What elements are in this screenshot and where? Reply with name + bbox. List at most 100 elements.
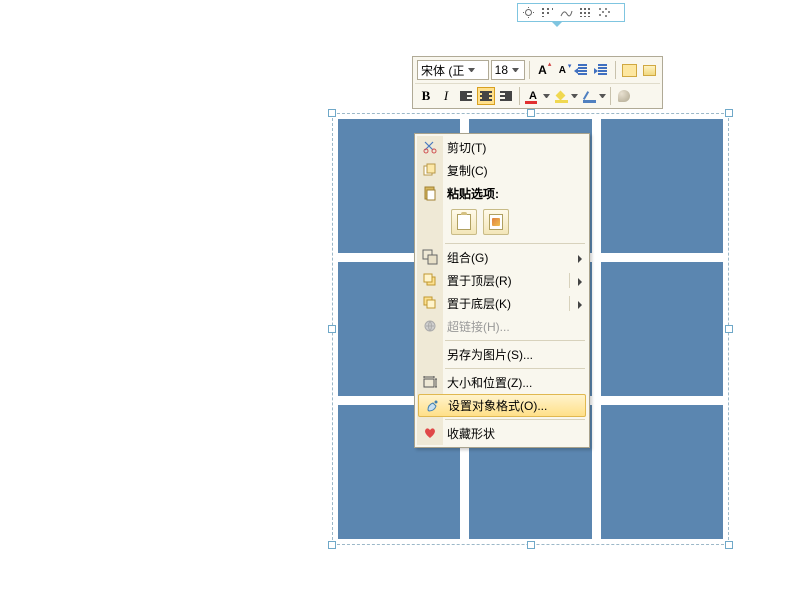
brush-icon <box>618 90 630 102</box>
font-color-button[interactable] <box>524 87 550 105</box>
decrease-indent-button[interactable] <box>573 61 591 79</box>
fill-color-button[interactable] <box>552 87 578 105</box>
resize-handle[interactable] <box>328 541 336 549</box>
align-center-icon <box>480 91 492 101</box>
chevron-down-icon <box>468 68 475 72</box>
menu-label: 剪切(T) <box>447 139 486 156</box>
menu-send-back[interactable]: 置于底层(K) <box>417 292 587 315</box>
decrease-indent-icon <box>575 64 589 76</box>
menu-label: 另存为图片(S)... <box>447 346 533 363</box>
menu-label: 复制(C) <box>447 162 488 179</box>
separator <box>610 87 611 105</box>
increase-indent-button[interactable] <box>593 61 611 79</box>
resize-handle[interactable] <box>527 109 535 117</box>
align-center-button[interactable] <box>477 87 495 105</box>
menu-label: 组合(G) <box>447 249 488 266</box>
context-menu: 剪切(T) 复制(C) 粘贴选项: 组合(G) 置于顶层(R) 置于底 <box>414 133 590 448</box>
menu-label: 大小和位置(Z)... <box>447 374 532 391</box>
menu-size-position[interactable]: 大小和位置(Z)... <box>417 371 587 394</box>
menu-label: 置于底层(K) <box>447 295 511 312</box>
pattern-icon-2 <box>540 6 555 19</box>
separator <box>445 243 585 244</box>
resize-handle[interactable] <box>328 109 336 117</box>
paste-icon <box>422 185 438 201</box>
separator <box>569 296 570 311</box>
arrange-button-1[interactable] <box>620 61 638 79</box>
group-icon <box>422 249 438 265</box>
pattern-icon-3 <box>559 6 574 19</box>
font-size-value: 18 <box>495 63 508 77</box>
chevron-down-icon <box>599 94 606 98</box>
font-name-combo[interactable]: 宋体 (正 <box>417 60 489 80</box>
font-color-icon <box>524 87 542 105</box>
paste-option-picture[interactable] <box>483 209 509 235</box>
resize-handle[interactable] <box>725 541 733 549</box>
heart-icon <box>422 425 438 441</box>
copy-icon <box>422 162 438 178</box>
resize-handle[interactable] <box>725 325 733 333</box>
separator <box>519 87 520 105</box>
menu-label: 超链接(H)... <box>447 318 510 335</box>
paste-option-keep-source[interactable] <box>451 209 477 235</box>
submenu-arrow-icon <box>578 301 582 309</box>
submenu-arrow-icon <box>578 255 582 263</box>
chevron-down-icon <box>512 68 519 72</box>
cut-icon <box>422 139 438 155</box>
send-back-icon <box>422 295 438 311</box>
separator <box>529 61 530 79</box>
clipboard-picture-icon <box>489 214 503 230</box>
hyperlink-icon <box>422 318 438 334</box>
menu-format-object[interactable]: 设置对象格式(O)... <box>418 394 586 417</box>
arrange-button-2[interactable] <box>640 61 658 79</box>
font-name-value: 宋体 (正 <box>421 62 464 79</box>
submenu-arrow-icon <box>578 278 582 286</box>
resize-handle[interactable] <box>527 541 535 549</box>
separator <box>445 340 585 341</box>
increase-indent-icon <box>595 64 609 76</box>
align-right-button[interactable] <box>497 87 515 105</box>
paste-options-row <box>417 205 587 241</box>
blank-icon <box>422 346 438 362</box>
bold-button[interactable]: B <box>417 87 435 105</box>
grow-font-button[interactable] <box>534 61 552 79</box>
align-left-icon <box>460 91 472 101</box>
menu-save-as-picture[interactable]: 另存为图片(S)... <box>417 343 587 366</box>
separator <box>569 273 570 288</box>
mini-toolbar: 宋体 (正 18 B I <box>412 56 663 109</box>
pattern-icon-5 <box>597 6 612 19</box>
clipboard-icon <box>457 214 471 230</box>
chevron-down-icon <box>543 94 550 98</box>
size-icon <box>422 374 438 390</box>
menu-group[interactable]: 组合(G) <box>417 246 587 269</box>
font-size-combo[interactable]: 18 <box>491 60 525 80</box>
resize-handle[interactable] <box>328 325 336 333</box>
resize-handle[interactable] <box>725 109 733 117</box>
pattern-icon-1 <box>521 6 536 19</box>
separator <box>445 419 585 420</box>
stack-icon <box>623 65 636 76</box>
menu-cut[interactable]: 剪切(T) <box>417 136 587 159</box>
line-color-icon <box>583 90 596 103</box>
format-painter-button[interactable] <box>615 87 633 105</box>
separator <box>615 61 616 79</box>
menu-paste-options: 粘贴选项: <box>417 182 587 205</box>
menu-favorite-shape[interactable]: 收藏形状 <box>417 422 587 445</box>
fill-color-icon <box>555 90 568 103</box>
chevron-down-icon <box>571 94 578 98</box>
align-right-icon <box>500 91 512 101</box>
menu-hyperlink: 超链接(H)... <box>417 315 587 338</box>
menu-label: 粘贴选项: <box>447 185 499 202</box>
menu-label: 设置对象格式(O)... <box>448 397 547 414</box>
move-handles-toolbar[interactable] <box>517 3 625 22</box>
bring-front-icon <box>422 272 438 288</box>
italic-button[interactable]: I <box>437 87 455 105</box>
align-left-button[interactable] <box>457 87 475 105</box>
menu-bring-front[interactable]: 置于顶层(R) <box>417 269 587 292</box>
menu-copy[interactable]: 复制(C) <box>417 159 587 182</box>
line-color-button[interactable] <box>580 87 606 105</box>
shrink-font-button[interactable] <box>553 61 571 79</box>
menu-label: 收藏形状 <box>447 425 495 442</box>
separator <box>445 368 585 369</box>
menu-label: 置于顶层(R) <box>447 272 512 289</box>
box-icon <box>643 65 656 76</box>
